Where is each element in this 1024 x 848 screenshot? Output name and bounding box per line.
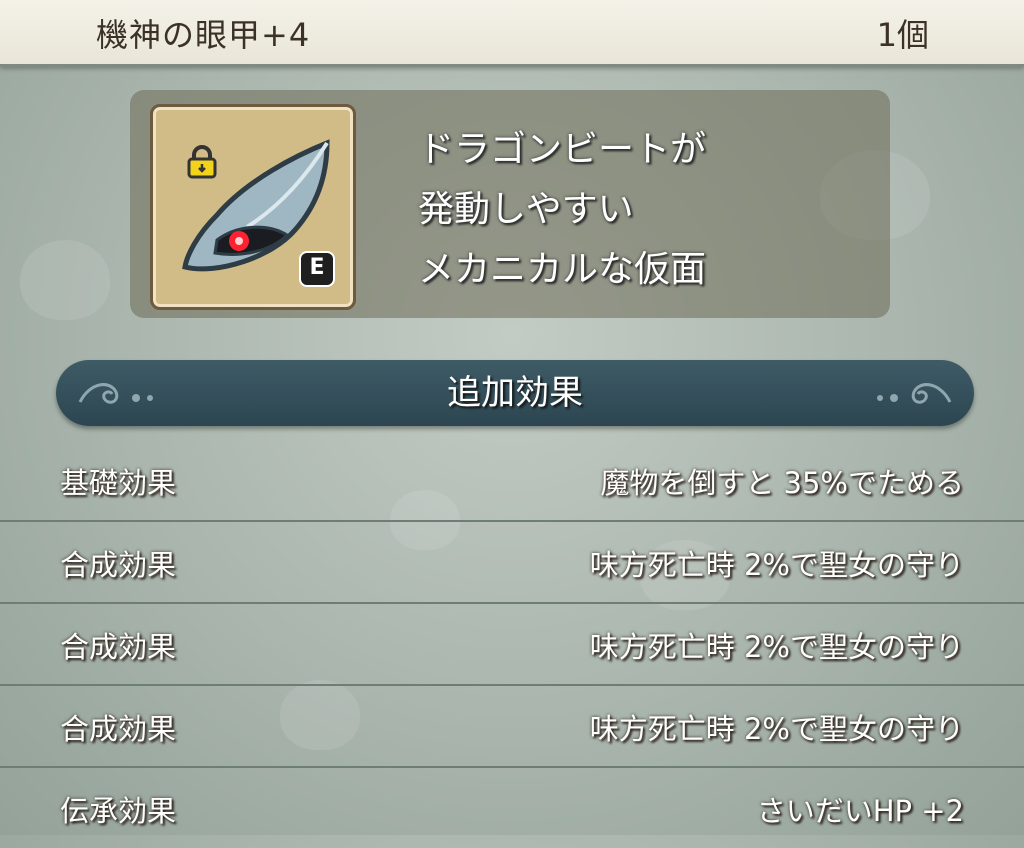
description-line: 発動しやすい bbox=[418, 189, 634, 230]
effect-value: 味方死亡時 2%で聖女の守り bbox=[589, 548, 964, 582]
effect-value: 魔物を倒すと 35%でためる bbox=[600, 466, 964, 500]
effect-row: 伝承効果 さいだいHP +2 bbox=[0, 768, 1024, 848]
effect-value: 味方死亡時 2%で聖女の守り bbox=[589, 712, 964, 746]
item-count: 1個 bbox=[876, 16, 929, 54]
background-pattern bbox=[20, 240, 110, 320]
effect-row: 合成効果 味方死亡時 2%で聖女の守り bbox=[0, 522, 1024, 604]
effects-section-title: 追加効果 bbox=[447, 373, 583, 413]
effect-row: 合成効果 味方死亡時 2%で聖女の守り bbox=[0, 604, 1024, 686]
item-icon-frame[interactable]: E bbox=[150, 104, 356, 310]
item-header: 機神の眼甲+4 1個 bbox=[0, 0, 1024, 67]
equipped-badge: E bbox=[299, 251, 335, 287]
effect-row: 合成効果 味方死亡時 2%で聖女の守り bbox=[0, 686, 1024, 768]
effect-label: 基礎効果 bbox=[60, 466, 177, 500]
effect-row: 基礎効果 魔物を倒すと 35%でためる bbox=[0, 440, 1024, 522]
item-name: 機神の眼甲+4 bbox=[96, 16, 311, 54]
effect-label: 合成効果 bbox=[60, 630, 177, 664]
description-line: ドラゴンビートが bbox=[418, 129, 707, 170]
effect-label: 伝承効果 bbox=[60, 794, 177, 828]
effect-label: 合成効果 bbox=[60, 712, 177, 746]
lock-icon bbox=[187, 145, 217, 179]
effects-section-header: 追加効果 bbox=[56, 360, 974, 426]
effect-value: さいだいHP +2 bbox=[756, 794, 964, 828]
effect-label: 合成効果 bbox=[60, 548, 177, 582]
description-line: メカニカルな仮面 bbox=[418, 249, 707, 290]
effect-value: 味方死亡時 2%で聖女の守り bbox=[589, 630, 964, 664]
scroll-ornament-icon bbox=[877, 383, 952, 404]
effects-list: 基礎効果 魔物を倒すと 35%でためる 合成効果 味方死亡時 2%で聖女の守り … bbox=[0, 440, 1024, 848]
item-description: ドラゴンビートが 発動しやすい メカニカルな仮面 bbox=[418, 120, 878, 300]
